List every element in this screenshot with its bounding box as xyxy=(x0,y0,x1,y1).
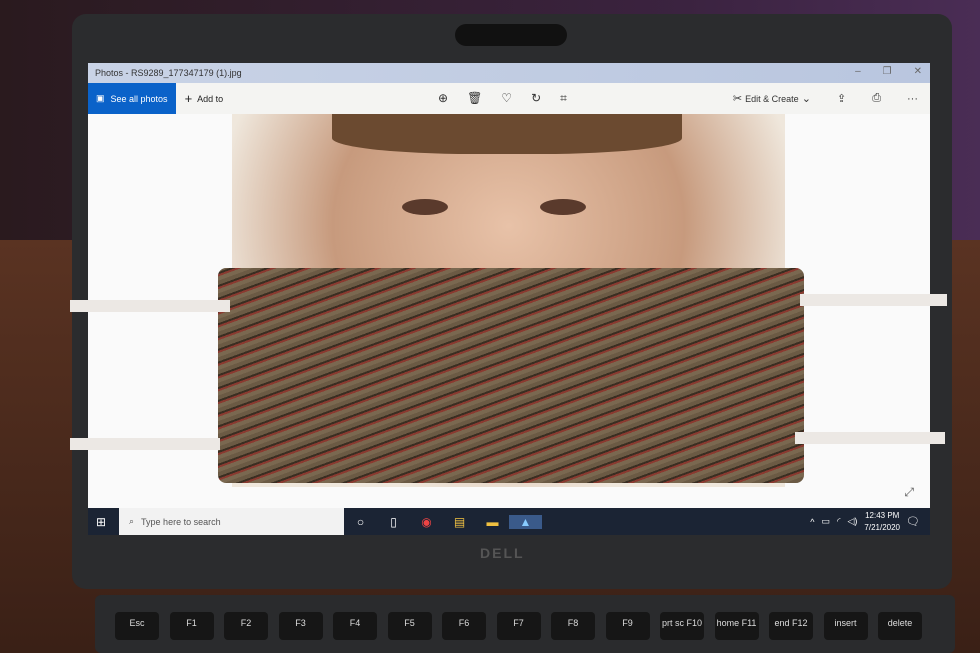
key: delete xyxy=(878,612,922,640)
task-view-icon[interactable]: ▯ xyxy=(377,515,410,529)
heart-icon[interactable]: ♡ xyxy=(501,91,512,106)
volume-icon[interactable]: ◁) xyxy=(847,516,857,527)
more-button[interactable]: ··· xyxy=(907,93,918,105)
key: home F11 xyxy=(714,612,759,640)
key: F4 xyxy=(333,612,377,640)
cortana-icon[interactable]: ○ xyxy=(344,515,377,529)
webcam xyxy=(455,24,567,46)
cloth-mask xyxy=(218,268,804,483)
toolbar: ▣ See all photos + Add to ⊕ 🗑 ♡ ↻ ⌗ ✂ Edit… xyxy=(88,83,930,114)
delete-icon[interactable]: 🗑 xyxy=(467,91,482,106)
plus-icon: + xyxy=(184,91,193,106)
start-icon[interactable]: ⊞ xyxy=(88,515,114,529)
crop-icon[interactable]: ⌗ xyxy=(560,91,567,106)
print-icon[interactable]: ⎙ xyxy=(872,92,881,105)
key: F3 xyxy=(278,612,323,640)
edit-create-button[interactable]: ✂ Edit & Create ⌄ xyxy=(733,92,811,105)
photos-app-icon[interactable]: ▲ xyxy=(509,514,542,529)
search-icon: ⌕ xyxy=(129,516,135,526)
date: 7/21/2020 xyxy=(864,522,900,532)
key: F1 xyxy=(169,612,214,640)
mask-strap-bottom-left xyxy=(70,438,220,450)
taskbar: ⊞ ⌕ Type here to search ○ ▯ ◉ ▤ ▬ ▲ ^ ▭ ◜… xyxy=(88,508,930,535)
hair xyxy=(332,114,682,154)
share-icon[interactable]: ⇪ xyxy=(837,92,846,105)
mask-strap-top-right xyxy=(800,294,947,306)
key: end F12 xyxy=(769,612,813,640)
see-all-photos-button[interactable]: ▣ See all photos xyxy=(88,83,176,114)
fullscreen-icon[interactable]: ⤢ xyxy=(904,485,914,500)
key: F6 xyxy=(442,612,486,640)
time: 12:43 PM xyxy=(865,510,900,520)
zoom-icon[interactable]: ⊕ xyxy=(438,91,448,106)
key: F2 xyxy=(224,612,268,640)
key: prt sc F10 xyxy=(660,612,704,640)
add-to-label: Add to xyxy=(197,93,224,104)
dell-logo: DELL xyxy=(480,545,525,561)
rotate-icon[interactable]: ↻ xyxy=(531,91,541,106)
battery-icon[interactable]: ▭ xyxy=(821,516,830,527)
taskbar-search[interactable]: ⌕ Type here to search xyxy=(119,508,344,535)
mask-strap-bottom-right xyxy=(795,432,945,444)
close-button[interactable]: ✕ xyxy=(914,66,922,77)
minimize-button[interactable]: – xyxy=(855,66,861,77)
chevron-up-icon[interactable]: ^ xyxy=(810,517,814,527)
mask-strap-top-left xyxy=(70,300,230,312)
see-all-photos-label: See all photos xyxy=(110,93,168,104)
title-bar: Photos - RS9289_177347179 (1).jpg – ❐ ✕ xyxy=(88,63,930,83)
key: F8 xyxy=(551,612,595,640)
key: F9 xyxy=(605,612,650,640)
window-title: Photos - RS9289_177347179 (1).jpg xyxy=(95,68,242,78)
add-to-button[interactable]: + Add to xyxy=(185,91,224,106)
edit-create-label: Edit & Create xyxy=(745,94,799,104)
right-eye xyxy=(540,199,586,215)
maximize-button[interactable]: ❐ xyxy=(883,66,892,77)
left-eye xyxy=(402,199,448,215)
notification-icon[interactable]: 🗨 xyxy=(906,515,920,528)
key: Esc xyxy=(115,612,159,640)
key: F5 xyxy=(387,612,432,640)
photos-icon: ▣ xyxy=(96,93,105,103)
wifi-icon[interactable]: ◜ xyxy=(837,516,841,527)
search-placeholder: Type here to search xyxy=(141,516,221,527)
key: F7 xyxy=(496,612,541,640)
clock[interactable]: 12:43 PM 7/21/2020 xyxy=(864,510,900,534)
chrome-icon[interactable]: ◉ xyxy=(410,515,443,529)
key: insert xyxy=(823,612,868,640)
file-explorer-icon[interactable]: ▬ xyxy=(476,515,509,529)
sticky-notes-icon[interactable]: ▤ xyxy=(443,515,476,529)
